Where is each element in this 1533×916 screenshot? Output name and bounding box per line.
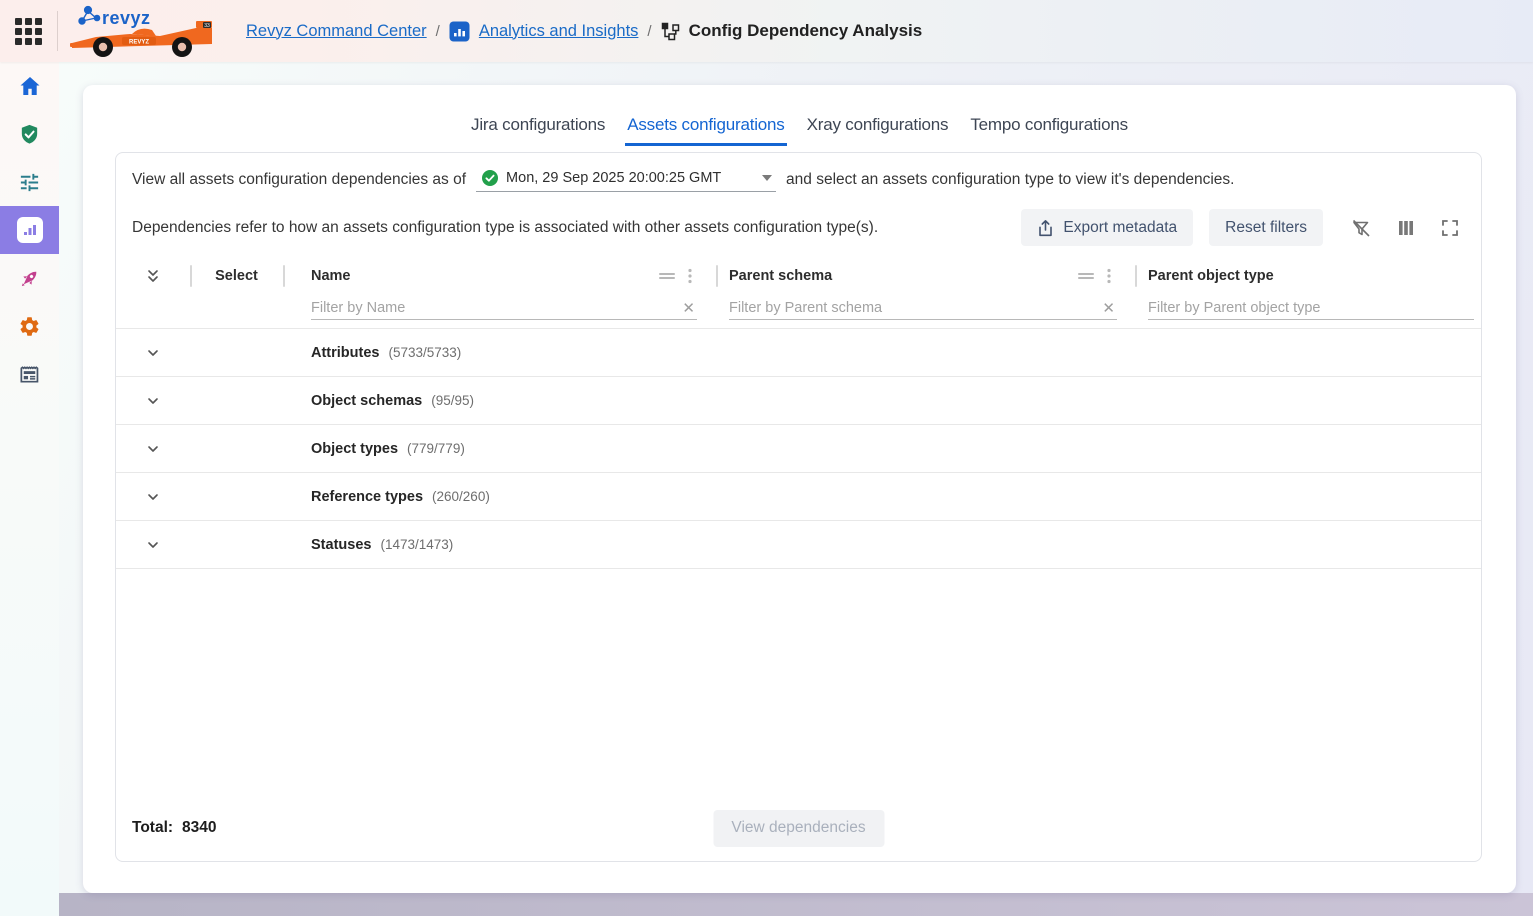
view-dependencies-button[interactable]: View dependencies bbox=[713, 810, 884, 847]
group-count: (5733/5733) bbox=[388, 345, 461, 360]
name-filter-input[interactable] bbox=[311, 300, 680, 316]
description-row: Dependencies refer to how an assets conf… bbox=[132, 209, 1465, 246]
toolbar-controls: Export metadata Reset filters bbox=[1021, 209, 1465, 246]
clear-parent-schema-filter-icon[interactable]: ✕ bbox=[1100, 301, 1117, 316]
revyz-logo[interactable]: revyz 33 REVYZ bbox=[68, 3, 218, 59]
sidebar-item-configuration[interactable] bbox=[0, 158, 59, 206]
name-column-header: Name bbox=[311, 268, 351, 284]
table-body: Attributes (5733/5733) Object schemas (9… bbox=[116, 329, 1481, 569]
tab-jira-configurations[interactable]: Jira configurations bbox=[469, 113, 607, 146]
row-expand-chevron-icon[interactable] bbox=[116, 489, 190, 505]
check-circle-icon bbox=[482, 170, 498, 186]
sidebar-item-analytics[interactable] bbox=[0, 206, 59, 254]
content-card: Jira configurations Assets configuration… bbox=[83, 85, 1516, 893]
dependency-icon bbox=[661, 22, 680, 41]
table-footer: Total: 8340 View dependencies bbox=[116, 795, 1481, 861]
columns-icon[interactable] bbox=[1397, 219, 1415, 237]
group-label: Object types bbox=[283, 441, 398, 457]
table-icon-tools bbox=[1351, 218, 1459, 238]
sidebar bbox=[0, 62, 59, 916]
select-column-header: Select bbox=[190, 268, 283, 284]
snapshot-date-select[interactable]: Mon, 29 Sep 2025 20:00:25 GMT bbox=[476, 168, 776, 192]
sidebar-item-security[interactable] bbox=[0, 110, 59, 158]
race-car-illustration: 33 REVYZ bbox=[70, 17, 216, 59]
export-metadata-button[interactable]: Export metadata bbox=[1021, 209, 1193, 246]
total-label: Total: bbox=[132, 819, 173, 837]
column-menu-icon[interactable] bbox=[688, 268, 692, 284]
expand-all-icon[interactable] bbox=[145, 268, 161, 285]
total-value: 8340 bbox=[182, 819, 216, 837]
breadcrumb-root-link[interactable]: Revyz Command Center bbox=[246, 22, 427, 41]
chevron-down-icon bbox=[762, 175, 772, 181]
fullscreen-icon[interactable] bbox=[1441, 219, 1459, 237]
breadcrumb-separator: / bbox=[436, 23, 440, 40]
tab-tempo-configurations[interactable]: Tempo configurations bbox=[968, 113, 1130, 146]
snapshot-date-value: Mon, 29 Sep 2025 20:00:25 GMT bbox=[506, 170, 721, 186]
top-navigation-bar: revyz 33 REVYZ Revyz Command Center / bbox=[0, 0, 1533, 62]
clear-name-filter-icon[interactable]: ✕ bbox=[680, 301, 697, 316]
sidebar-item-migrations[interactable] bbox=[0, 254, 59, 302]
tab-xray-configurations[interactable]: Xray configurations bbox=[805, 113, 951, 146]
group-label: Attributes bbox=[283, 345, 379, 361]
column-resize-handle-icon[interactable] bbox=[1077, 270, 1095, 282]
parent-schema-filter-input[interactable] bbox=[729, 300, 1100, 316]
breadcrumb-section-link[interactable]: Analytics and Insights bbox=[479, 22, 639, 41]
row-expand-chevron-icon[interactable] bbox=[116, 345, 190, 361]
news-icon bbox=[18, 363, 41, 386]
parent-object-type-column-header: Parent object type bbox=[1148, 268, 1274, 284]
intro-prefix-text: View all assets configuration dependenci… bbox=[132, 171, 466, 189]
app-switcher-icon[interactable] bbox=[15, 18, 42, 45]
table-row[interactable]: Attributes (5733/5733) bbox=[116, 329, 1481, 377]
column-separator bbox=[190, 265, 192, 287]
table-row[interactable]: Statuses (1473/1473) bbox=[116, 521, 1481, 569]
row-expand-chevron-icon[interactable] bbox=[116, 393, 190, 409]
app-window: revyz 33 REVYZ Revyz Command Center / bbox=[0, 0, 1533, 916]
clear-filters-icon[interactable] bbox=[1351, 218, 1371, 238]
table-row[interactable]: Object schemas (95/95) bbox=[116, 377, 1481, 425]
parent-object-type-filter-input[interactable] bbox=[1148, 300, 1474, 316]
row-expand-chevron-icon[interactable] bbox=[116, 441, 190, 457]
home-icon bbox=[18, 74, 42, 98]
table-row[interactable]: Object types (779/779) bbox=[116, 425, 1481, 473]
column-resize-handle-icon[interactable] bbox=[658, 270, 676, 282]
sliders-icon bbox=[18, 171, 41, 194]
group-label: Statuses bbox=[283, 537, 371, 553]
table-header: Select Name bbox=[116, 260, 1481, 329]
group-label: Object schemas bbox=[283, 393, 422, 409]
tab-assets-configurations[interactable]: Assets configurations bbox=[625, 113, 786, 146]
page-title: Config Dependency Analysis bbox=[689, 21, 923, 41]
description-text: Dependencies refer to how an assets conf… bbox=[132, 219, 878, 237]
shield-check-icon bbox=[18, 123, 41, 146]
analytics-breadcrumb-icon bbox=[449, 21, 470, 42]
rocket-icon bbox=[18, 267, 41, 290]
group-count: (260/260) bbox=[432, 489, 490, 504]
column-menu-icon[interactable] bbox=[1107, 268, 1111, 284]
row-expand-chevron-icon[interactable] bbox=[116, 537, 190, 553]
breadcrumb: Revyz Command Center / Analytics and Ins… bbox=[246, 21, 922, 42]
topbar-divider bbox=[57, 11, 58, 51]
intro-row: View all assets configuration dependenci… bbox=[132, 168, 1465, 192]
reset-filters-button[interactable]: Reset filters bbox=[1209, 209, 1323, 246]
group-label: Reference types bbox=[283, 489, 423, 505]
group-count: (1473/1473) bbox=[380, 537, 453, 552]
sidebar-item-reports[interactable] bbox=[0, 350, 59, 398]
intro-suffix-text: and select an assets configuration type … bbox=[786, 171, 1234, 189]
export-icon bbox=[1037, 219, 1054, 237]
table-row[interactable]: Reference types (260/260) bbox=[116, 473, 1481, 521]
group-count: (95/95) bbox=[431, 393, 474, 408]
parent-schema-column-header: Parent schema bbox=[729, 268, 832, 284]
configuration-tabs: Jira configurations Assets configuration… bbox=[83, 85, 1516, 146]
svg-text:REVYZ: REVYZ bbox=[129, 40, 149, 46]
sidebar-item-settings[interactable] bbox=[0, 302, 59, 350]
group-count: (779/779) bbox=[407, 441, 465, 456]
main-content-area: Jira configurations Assets configuration… bbox=[59, 62, 1533, 916]
dependencies-panel: View all assets configuration dependenci… bbox=[115, 152, 1482, 862]
table-header-row: Select Name bbox=[116, 260, 1481, 292]
gear-icon bbox=[18, 315, 41, 338]
breadcrumb-separator: / bbox=[647, 23, 651, 40]
sidebar-item-home[interactable] bbox=[0, 62, 59, 110]
filter-row: ✕ ✕ bbox=[116, 292, 1481, 328]
analytics-icon bbox=[17, 217, 43, 243]
